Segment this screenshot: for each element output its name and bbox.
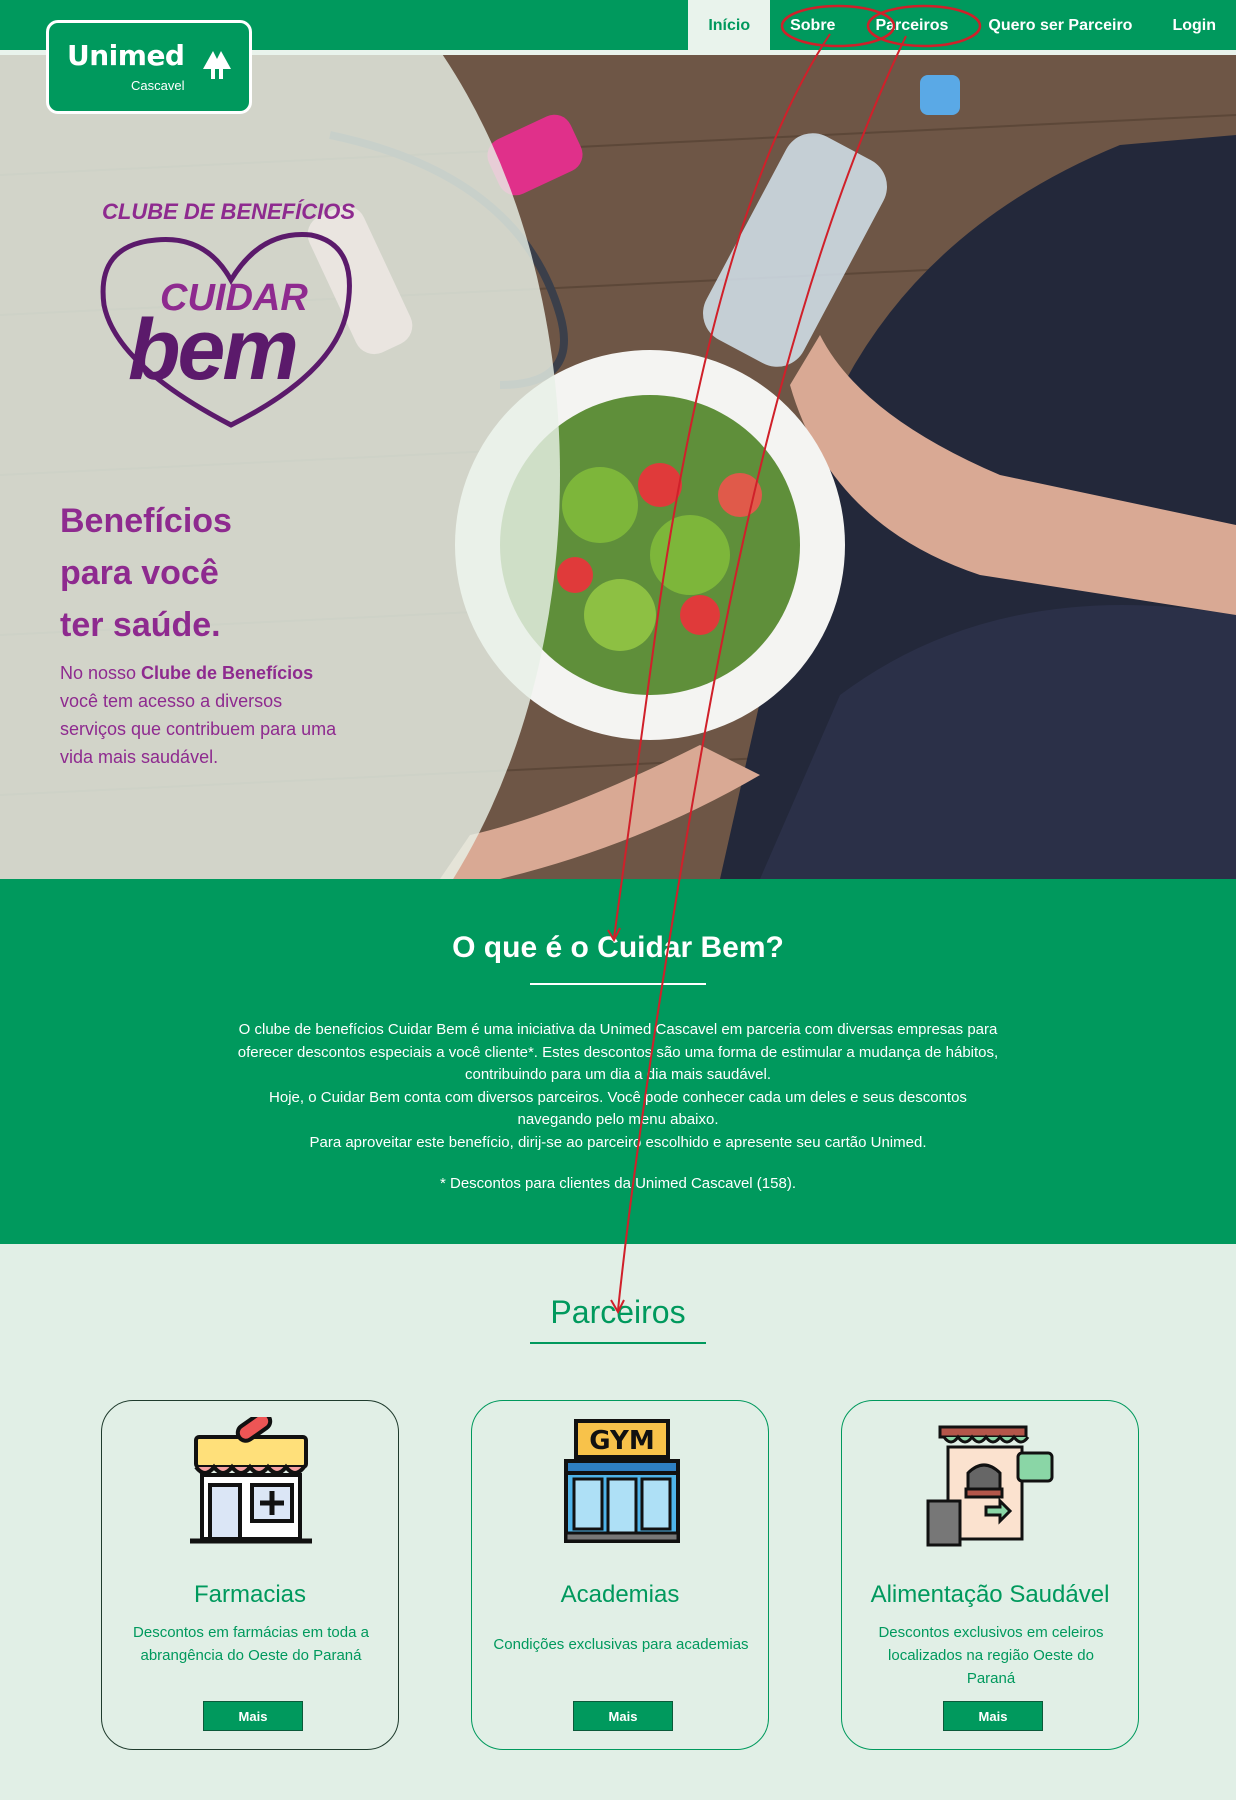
about-line: Para aproveitar este benefício, dirij-se… [309, 1133, 927, 1151]
nav-parceiros[interactable]: Parceiros [855, 0, 968, 50]
club-tagline: CLUBE DE BENEFÍCIOS [102, 199, 356, 224]
store-icon [926, 1425, 1054, 1547]
card-description: Descontos em farmácias em toda a abrangê… [133, 1624, 369, 1664]
about-line: contribuindo para um dia a dia mais saud… [464, 1066, 771, 1083]
about-line: navegando pelo menu abaixo. [517, 1111, 719, 1128]
main-nav: Início Sobre Parceiros Quero ser Parceir… [688, 0, 1236, 50]
mais-button[interactable]: Mais [203, 1701, 303, 1731]
logo-city: Cascavel [131, 78, 185, 93]
partner-card-alimentacao: Alimentação Saudável Descontos exclusivo… [841, 1400, 1139, 1750]
nav-login[interactable]: Login [1152, 0, 1236, 50]
hero-paragraph: No nosso Clube de Benefícios você tem ac… [60, 659, 350, 771]
about-body: O clube de benefícios Cuidar Bem é uma i… [200, 1019, 1036, 1154]
hero-para-bold: Clube de Benefícios [141, 663, 314, 683]
partner-card-farmacias: Farmacias Descontos em farmácias em toda… [101, 1400, 399, 1750]
logo-brand: Unimed [67, 39, 185, 72]
pharmacy-icon [190, 1417, 312, 1544]
about-line: Hoje, o Cuidar Bem conta com diversos pa… [269, 1088, 967, 1106]
headline-line-3: ter saúde. [60, 606, 221, 644]
about-footnote: * Descontos para clientes da Unimed Casc… [439, 1175, 796, 1192]
nav-sobre[interactable]: Sobre [770, 0, 855, 50]
mais-button[interactable]: Mais [573, 1701, 673, 1731]
about-line: O clube de benefícios Cuidar Bem é uma i… [238, 1021, 998, 1038]
about-line: oferecer descontos especiais a você clie… [237, 1043, 999, 1061]
card-description: Condições exclusivas para academias [493, 1636, 749, 1653]
card-description: Descontos exclusivos em celeiros localiz… [878, 1624, 1104, 1687]
unimed-tree-icon [203, 51, 231, 79]
gym-icon: GYM [564, 1419, 680, 1543]
bem-wordmark: bem [128, 302, 299, 398]
about-title: O que é o Cuidar Bem? [452, 931, 784, 964]
about-section: O que é o Cuidar Bem? O clube de benefíc… [0, 879, 1236, 1244]
unimed-logo[interactable]: Unimed Cascavel [46, 20, 252, 114]
hero-para-suffix: você tem acesso a diversos serviços que … [60, 691, 337, 767]
gym-sign-text: GYM [589, 1426, 654, 1456]
nav-quero-ser-parceiro[interactable]: Quero ser Parceiro [968, 0, 1152, 50]
hero-banner: CLUBE DE BENEFÍCIOS CUIDAR bem Benefício… [0, 55, 1236, 879]
card-title: Alimentação Saudável [870, 1581, 1110, 1608]
partner-card-academias: GYM Academias Condições exclusivas para … [471, 1400, 769, 1750]
partners-title-rule [530, 1342, 706, 1344]
headline-line-1: Benefícios [60, 502, 232, 540]
card-title: Farmacias [193, 1581, 307, 1608]
headline-line-2: para você [60, 554, 219, 592]
hero-para-prefix: No nosso [60, 663, 142, 683]
mais-button[interactable]: Mais [943, 1701, 1043, 1731]
nav-inicio[interactable]: Início [688, 0, 771, 50]
hero-headline: Benefícios para você ter saúde. [60, 495, 380, 651]
card-title: Academias [560, 1581, 680, 1608]
partners-title: Parceiros [550, 1294, 686, 1330]
about-title-rule [530, 983, 706, 985]
